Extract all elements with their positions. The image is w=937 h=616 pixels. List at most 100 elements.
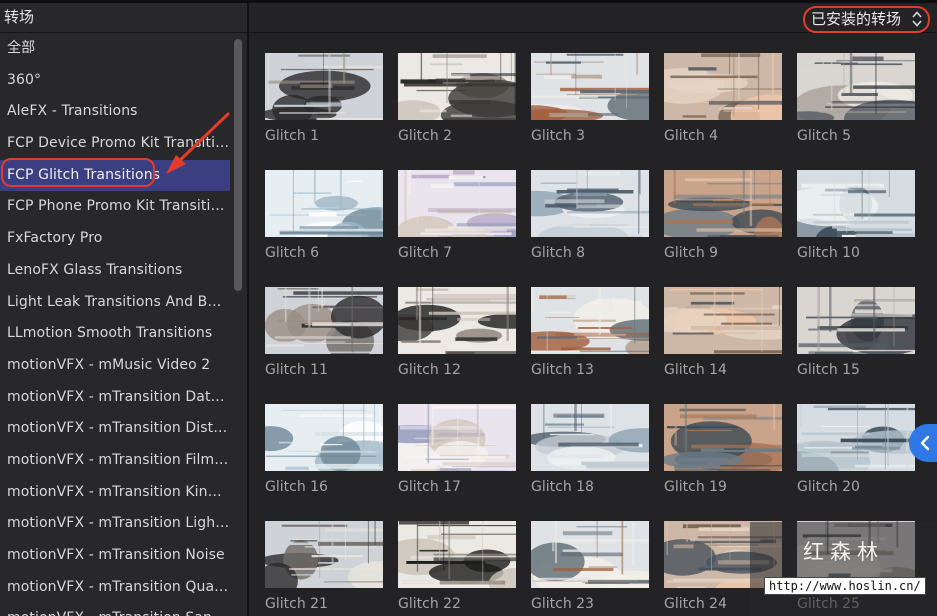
transition-tile[interactable]: Glitch 21 <box>265 521 383 612</box>
transition-label: Glitch 21 <box>265 596 328 612</box>
glitch-preview-image <box>531 287 649 354</box>
sidebar-item[interactable]: LLmotion Smooth Transitions <box>0 318 230 350</box>
transition-tile[interactable]: Glitch 9 <box>664 170 782 261</box>
sidebar-item[interactable]: 全部 <box>0 33 230 65</box>
sidebar-item[interactable]: motionVFX - mTransition Kinetic <box>0 477 230 509</box>
sidebar-item[interactable]: motionVFX - mTransition Data… <box>0 382 230 414</box>
sidebar-item[interactable]: motionVFX - mTransition Noise <box>0 540 230 572</box>
sidebar-item[interactable]: LenoFX Glass Transitions <box>0 255 230 287</box>
transition-label: Glitch 20 <box>797 479 860 495</box>
transition-thumbnail[interactable] <box>797 404 915 471</box>
transition-tile[interactable]: Glitch 2 <box>398 53 516 144</box>
transition-thumbnail[interactable] <box>664 404 782 471</box>
transition-label: Glitch 3 <box>531 128 586 144</box>
sidebar: 转场 全部 360° AleFX - Transitions FCP Device P… <box>0 3 247 616</box>
transition-tile[interactable]: Glitch 13 <box>531 287 649 378</box>
sidebar-item[interactable]: Light Leak Transitions And Bur… <box>0 287 230 319</box>
annotation-arrow-icon <box>166 112 230 174</box>
glitch-preview-image <box>664 404 782 471</box>
transition-tile[interactable]: Glitch 17 <box>398 404 516 495</box>
transition-tile[interactable]: Glitch 6 <box>265 170 383 261</box>
transition-thumbnail[interactable] <box>531 404 649 471</box>
transition-tile[interactable]: Glitch 15 <box>797 287 915 378</box>
transition-thumbnail[interactable] <box>664 170 782 237</box>
annotation-circle-selected-category <box>1 158 155 187</box>
transition-label: Glitch 15 <box>797 362 860 378</box>
glitch-preview-image <box>664 53 782 120</box>
sidebar-item[interactable]: motionVFX - mTransition Quake <box>0 572 230 604</box>
transition-tile[interactable]: Glitch 7 <box>398 170 516 261</box>
transition-thumbnail[interactable] <box>531 521 649 588</box>
transition-tile[interactable]: Glitch 4 <box>664 53 782 144</box>
sidebar-item[interactable]: FxFactory Pro <box>0 223 230 255</box>
glitch-preview-image <box>664 287 782 354</box>
transition-tile[interactable]: Glitch 14 <box>664 287 782 378</box>
glitch-preview-image <box>398 170 516 237</box>
transition-thumbnail[interactable] <box>265 170 383 237</box>
glitch-preview-image <box>797 170 915 237</box>
transition-thumbnail[interactable] <box>398 521 516 588</box>
sidebar-item[interactable]: FCP Phone Promo Kit Transitions <box>0 191 230 223</box>
sidebar-item[interactable]: motionVFX - mTransition Light 2 <box>0 508 230 540</box>
glitch-preview-image <box>797 404 915 471</box>
transition-thumbnail[interactable] <box>664 287 782 354</box>
transition-label: Glitch 23 <box>531 596 594 612</box>
watermark-title: 红森林 <box>803 540 884 564</box>
sidebar-title: 转场 <box>0 3 247 33</box>
transition-label: Glitch 1 <box>265 128 320 144</box>
transition-label: Glitch 4 <box>664 128 719 144</box>
transition-thumbnail[interactable] <box>398 170 516 237</box>
updown-chevron-icon <box>912 11 922 27</box>
glitch-preview-image <box>398 53 516 120</box>
glitch-preview-image <box>265 404 383 471</box>
sidebar-item[interactable]: motionVFX - mTransition Distor… <box>0 413 230 445</box>
transition-thumbnail[interactable] <box>265 404 383 471</box>
transition-tile[interactable]: Glitch 12 <box>398 287 516 378</box>
transition-thumbnail[interactable] <box>531 287 649 354</box>
transition-tile[interactable]: Glitch 1 <box>265 53 383 144</box>
transition-thumbnail[interactable] <box>265 53 383 120</box>
transition-thumbnail[interactable] <box>398 53 516 120</box>
glitch-preview-image <box>531 521 649 588</box>
transition-tile[interactable]: Glitch 16 <box>265 404 383 495</box>
sidebar-item[interactable]: motionVFX - mTransition Sandb… <box>0 603 230 616</box>
transition-thumbnail[interactable] <box>265 521 383 588</box>
transition-tile[interactable]: Glitch 3 <box>531 53 649 144</box>
glitch-preview-image <box>797 53 915 120</box>
pane-divider[interactable] <box>247 3 249 616</box>
transition-tile[interactable]: Glitch 18 <box>531 404 649 495</box>
transition-tile[interactable]: Glitch 23 <box>531 521 649 612</box>
transition-thumbnail[interactable] <box>664 53 782 120</box>
transition-thumbnail[interactable] <box>797 287 915 354</box>
transition-thumbnail[interactable] <box>265 287 383 354</box>
sidebar-item[interactable]: motionVFX - mMusic Video 2 <box>0 350 230 382</box>
glitch-preview-image <box>531 404 649 471</box>
glitch-preview-image <box>531 53 649 120</box>
glitch-preview-image <box>531 170 649 237</box>
transition-thumbnail[interactable] <box>398 287 516 354</box>
transition-tile[interactable]: Glitch 11 <box>265 287 383 378</box>
transition-tile[interactable]: Glitch 22 <box>398 521 516 612</box>
transition-thumbnail[interactable] <box>531 53 649 120</box>
transition-tile[interactable]: Glitch 5 <box>797 53 915 144</box>
transition-thumbnail[interactable] <box>531 170 649 237</box>
transition-tile[interactable]: Glitch 8 <box>531 170 649 261</box>
transition-label: Glitch 16 <box>265 479 328 495</box>
transition-label: Glitch 22 <box>398 596 461 612</box>
sidebar-item[interactable]: motionVFX - mTransition Film B… <box>0 445 230 477</box>
transition-label: Glitch 7 <box>398 245 453 261</box>
transition-label: Glitch 11 <box>265 362 328 378</box>
transition-tile[interactable]: Glitch 20 <box>797 404 915 495</box>
transition-label: Glitch 14 <box>664 362 727 378</box>
transition-tile[interactable]: Glitch 10 <box>797 170 915 261</box>
transition-label: Glitch 17 <box>398 479 461 495</box>
glitch-preview-image <box>797 287 915 354</box>
transition-thumbnail[interactable] <box>398 404 516 471</box>
transition-label: Glitch 5 <box>797 128 852 144</box>
installed-transitions-filter[interactable]: 已安装的转场 <box>803 6 930 33</box>
transition-thumbnail[interactable] <box>797 170 915 237</box>
glitch-preview-image <box>265 170 383 237</box>
transition-tile[interactable]: Glitch 19 <box>664 404 782 495</box>
sidebar-item[interactable]: 360° <box>0 65 230 97</box>
transition-thumbnail[interactable] <box>797 53 915 120</box>
